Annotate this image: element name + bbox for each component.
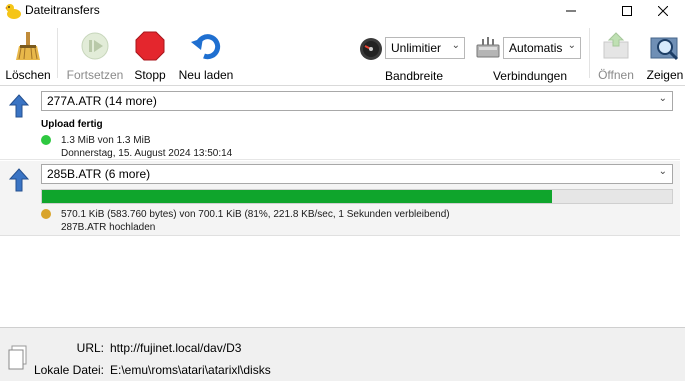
minimize-icon	[566, 10, 576, 12]
status-dot-icon	[41, 135, 51, 145]
bandwidth-caption: Bandbreite	[384, 69, 444, 83]
show-label: Zeigen	[646, 68, 684, 82]
duck-app-icon	[5, 4, 21, 19]
reload-button[interactable]: Neu laden	[176, 30, 236, 82]
speedometer-icon	[360, 38, 382, 60]
open-folder-icon	[603, 32, 629, 59]
transfer-date: Donnerstag, 15. August 2024 13:50:14	[61, 148, 233, 159]
chevron-down-icon: ⌄	[567, 40, 576, 51]
local-file-label: Lokale Datei:	[33, 363, 104, 377]
open-label: Öffnen	[598, 68, 634, 82]
open-button[interactable]: Öffnen	[596, 30, 636, 82]
resume-button[interactable]: Fortsetzen	[65, 30, 125, 82]
clear-button[interactable]: Löschen	[5, 30, 51, 82]
play-icon	[81, 32, 109, 60]
stop-icon	[135, 31, 165, 61]
transfer-file-name: 285B.ATR (6 more)	[47, 167, 151, 181]
broom-icon	[16, 32, 40, 60]
title-bar: Dateitransfers	[0, 0, 685, 22]
magnifier-folder-icon	[650, 37, 679, 61]
resume-label: Fortsetzen	[66, 68, 124, 82]
show-button[interactable]: Zeigen	[645, 30, 685, 82]
url-label: URL:	[76, 341, 104, 355]
upload-arrow-icon	[9, 94, 29, 118]
chevron-down-icon: ⌄	[658, 166, 667, 177]
minimize-button[interactable]	[548, 0, 594, 22]
transfer-file-select[interactable]: 277A.ATR (14 more) ⌄	[41, 91, 673, 111]
transfer-item[interactable]: 285B.ATR (6 more) ⌄ 570.1 KiB (583.760 b…	[0, 161, 680, 236]
connections-caption: Verbindungen	[492, 69, 568, 83]
close-icon	[658, 6, 668, 16]
progress-bar-fill	[42, 190, 553, 203]
toolbar: Löschen Fortsetzen Stopp Neu laden Unlim…	[0, 22, 685, 85]
maximize-icon	[622, 6, 632, 16]
stop-button[interactable]: Stopp	[132, 30, 168, 82]
transfer-action-text: 287B.ATR hochladen	[61, 222, 156, 233]
bandwidth-value: Unlimitier	[391, 41, 442, 55]
progress-bar	[41, 189, 673, 204]
local-file-value: E:\emu\roms\atari\atarixl\disks	[110, 363, 271, 377]
network-connections-icon	[476, 37, 500, 58]
toolbar-separator	[589, 28, 590, 78]
toolbar-separator	[57, 28, 58, 78]
upload-arrow-icon	[9, 168, 29, 192]
transfer-file-select[interactable]: 285B.ATR (6 more) ⌄	[41, 164, 673, 184]
close-button[interactable]	[640, 0, 685, 22]
chevron-down-icon: ⌄	[658, 93, 667, 104]
transfer-size: 1.3 MiB von 1.3 MiB	[61, 135, 151, 146]
reload-label: Neu laden	[178, 68, 234, 82]
transfer-progress-text: 570.1 KiB (583.760 bytes) von 700.1 KiB …	[61, 209, 450, 220]
connections-select[interactable]: Automatis ⌄	[503, 37, 581, 59]
transfer-file-name: 277A.ATR (14 more)	[47, 94, 157, 108]
reload-icon	[191, 34, 221, 60]
transfer-item[interactable]: 277A.ATR (14 more) ⌄ Upload fertig 1.3 M…	[0, 86, 680, 160]
transfer-list: 277A.ATR (14 more) ⌄ Upload fertig 1.3 M…	[0, 86, 685, 327]
stop-label: Stopp	[134, 68, 166, 82]
clear-label: Löschen	[5, 68, 51, 82]
info-panel: URL: http://fujinet.local/dav/D3 Lokale …	[0, 328, 685, 381]
window-title: Dateitransfers	[25, 3, 100, 17]
bandwidth-select[interactable]: Unlimitier ⌄	[385, 37, 465, 59]
chevron-down-icon: ⌄	[451, 40, 460, 51]
status-dot-icon	[41, 209, 51, 219]
url-value: http://fujinet.local/dav/D3	[110, 341, 242, 355]
connections-value: Automatis	[509, 41, 563, 55]
transfer-status: Upload fertig	[41, 119, 103, 130]
